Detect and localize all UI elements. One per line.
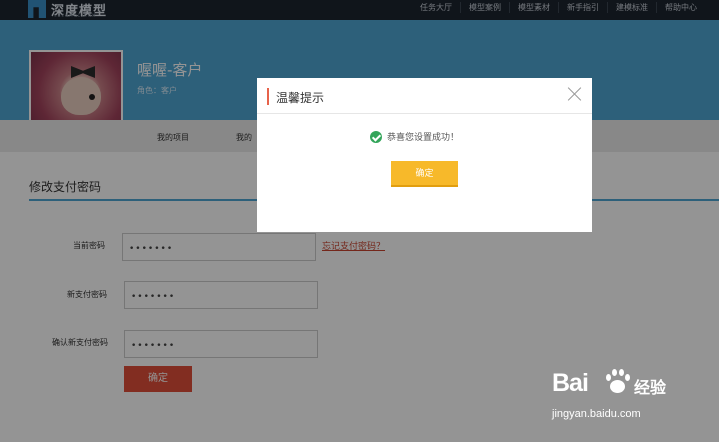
dialog-message-text: 恭喜您设置成功！ xyxy=(387,133,460,143)
dialog-title: 温馨提示 xyxy=(276,91,325,105)
watermark-url: jingyan.baidu.com xyxy=(552,408,641,420)
baidu-jingyan-watermark: Bai 经验 jingyan.baidu.com xyxy=(552,364,712,426)
confirm-button[interactable]: 确定 xyxy=(391,161,458,187)
success-dialog: 温馨提示 恭喜您设置成功！ 确定 xyxy=(257,78,592,232)
paw-icon xyxy=(604,368,630,396)
watermark-suffix: 经验 xyxy=(634,378,667,397)
dialog-accent-bar xyxy=(267,88,269,105)
dialog-message: 恭喜您设置成功！ xyxy=(370,130,459,143)
watermark-brand: Bai xyxy=(552,369,589,397)
check-circle-icon xyxy=(370,130,382,143)
close-icon[interactable] xyxy=(567,86,583,102)
dialog-header: 温馨提示 xyxy=(257,78,592,114)
